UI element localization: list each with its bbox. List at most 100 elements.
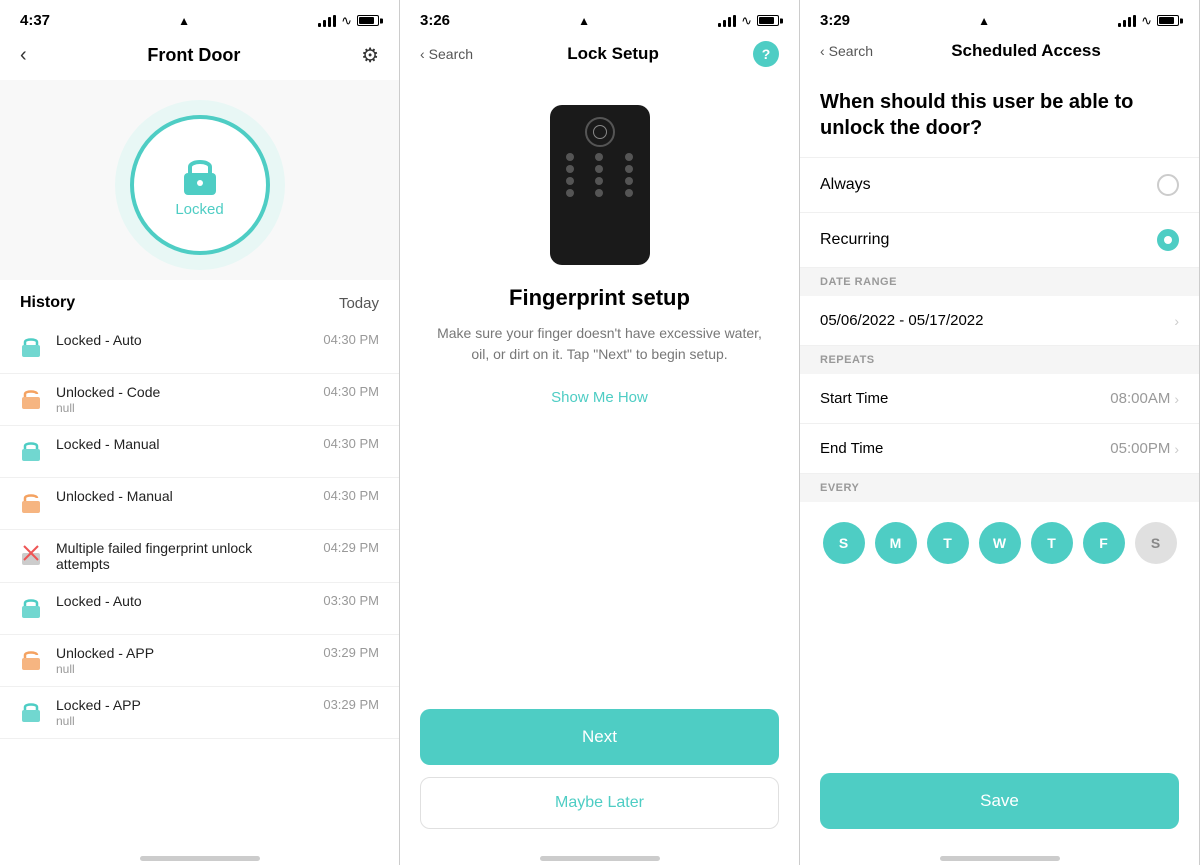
history-item-icon (20, 542, 42, 571)
save-button[interactable]: Save (820, 773, 1179, 829)
end-time-label: End Time (820, 440, 883, 457)
history-list-item: Locked - Auto 03:30 PM (0, 583, 399, 635)
history-list: Locked - Auto 04:30 PM Unlocked - Code n… (0, 322, 399, 845)
history-item-sub: null (56, 662, 309, 676)
history-item-title: Multiple failed fingerprint unlock attem… (56, 540, 309, 572)
history-item-time: 04:30 PM (323, 332, 379, 347)
location-icon-2: ▲ (578, 14, 590, 28)
next-button[interactable]: Next (420, 709, 779, 765)
help-button-2[interactable]: ? (753, 41, 779, 67)
history-item-icon (20, 386, 42, 415)
history-list-item: Unlocked - APP null 03:29 PM (0, 635, 399, 687)
end-time-row[interactable]: End Time 05:00PM › (800, 424, 1199, 474)
save-btn-area: Save (800, 757, 1199, 845)
today-label: Today (339, 295, 379, 312)
option-always-label: Always (820, 176, 871, 194)
history-item-time: 03:29 PM (323, 645, 379, 660)
wifi-icon-1: ∿ (341, 13, 352, 29)
back-label-3: Search (829, 43, 873, 59)
days-of-week: SMTWTFS (800, 502, 1199, 584)
lock-outer-ring: Locked (115, 100, 285, 270)
end-time-chevron: › (1174, 441, 1179, 457)
battery-icon-3 (1157, 15, 1179, 26)
back-button-1[interactable]: ‹ (20, 44, 27, 67)
gear-icon-1[interactable]: ⚙ (361, 43, 379, 68)
maybe-later-button[interactable]: Maybe Later (420, 777, 779, 829)
radio-recurring (1157, 229, 1179, 251)
back-search-button-2[interactable]: ‹ Search (420, 46, 473, 62)
signal-icon-1 (318, 15, 336, 27)
history-item-title: Locked - Auto (56, 332, 309, 348)
history-item-title: Locked - Auto (56, 593, 309, 609)
start-time-row[interactable]: Start Time 08:00AM › (800, 374, 1199, 424)
keypad-grid (558, 153, 642, 197)
history-item-title: Unlocked - Manual (56, 488, 309, 504)
home-indicator-1 (0, 845, 399, 865)
history-item-content: Locked - APP null (56, 697, 309, 728)
show-me-how-link[interactable]: Show Me How (400, 375, 799, 420)
lock-circle-area[interactable]: Locked (0, 80, 399, 280)
history-item-content: Unlocked - APP null (56, 645, 309, 676)
lock-inner-ring: Locked (130, 115, 270, 255)
status-icons-3: ∿ (1118, 13, 1179, 29)
location-icon-1: ▲ (178, 14, 190, 28)
screen1-front-door: 4:37 ▲ ∿ ‹ Front Door ⚙ (0, 0, 400, 865)
location-icon-3: ▲ (978, 14, 990, 28)
day-circle[interactable]: T (927, 522, 969, 564)
history-list-item: Locked - APP null 03:29 PM (0, 687, 399, 739)
back-search-button-3[interactable]: ‹ Search (820, 43, 873, 59)
status-bar-1: 4:37 ▲ ∿ (0, 0, 399, 35)
question-text: When should this user be able to unlock … (820, 89, 1179, 141)
setup-text-area: Fingerprint setup Make sure your finger … (400, 285, 799, 375)
wifi-icon-3: ∿ (1141, 13, 1152, 29)
history-item-time: 03:30 PM (323, 593, 379, 608)
history-item-sub: null (56, 714, 309, 728)
chevron-left-icon-2: ‹ (420, 46, 425, 62)
day-circle[interactable]: T (1031, 522, 1073, 564)
day-circle[interactable]: S (823, 522, 865, 564)
signal-icon-3 (1118, 15, 1136, 27)
history-list-item: Unlocked - Code null 04:30 PM (0, 374, 399, 426)
history-item-icon (20, 647, 42, 676)
end-time-value: 05:00PM › (1110, 440, 1179, 457)
start-time-value: 08:00AM › (1110, 390, 1179, 407)
day-circle[interactable]: M (875, 522, 917, 564)
access-options: Always Recurring (800, 157, 1199, 268)
option-always[interactable]: Always (800, 158, 1199, 213)
page-title-1: Front Door (147, 45, 240, 66)
history-item-sub: null (56, 401, 309, 415)
keypad-device (550, 105, 650, 265)
nav-bar-2: ‹ Search Lock Setup ? (400, 35, 799, 75)
history-item-time: 04:30 PM (323, 436, 379, 451)
history-list-item: Locked - Auto 04:30 PM (0, 322, 399, 374)
home-indicator-2 (400, 845, 799, 865)
status-bar-2: 3:26 ▲ ∿ (400, 0, 799, 35)
nav-bar-3: ‹ Search Scheduled Access (800, 35, 1199, 69)
time-2: 3:26 (420, 12, 450, 29)
history-item-title: Unlocked - APP (56, 645, 309, 661)
status-icons-1: ∿ (318, 13, 379, 29)
setup-description: Make sure your finger doesn't have exces… (430, 323, 769, 365)
day-circle[interactable]: W (979, 522, 1021, 564)
history-list-item: Multiple failed fingerprint unlock attem… (0, 530, 399, 583)
history-item-content: Locked - Manual (56, 436, 309, 452)
action-buttons-2: Next Maybe Later (400, 699, 799, 845)
day-circle[interactable]: S (1135, 522, 1177, 564)
history-item-time: 03:29 PM (323, 697, 379, 712)
time-1: 4:37 (20, 12, 50, 29)
battery-icon-2 (757, 15, 779, 26)
screen3-scheduled-access: 3:29 ▲ ∿ ‹ Search Scheduled Access When … (800, 0, 1200, 865)
history-item-time: 04:29 PM (323, 540, 379, 555)
signal-icon-2 (718, 15, 736, 27)
history-item-title: Unlocked - Code (56, 384, 309, 400)
date-range-value: 05/06/2022 - 05/17/2022 (820, 312, 983, 329)
option-recurring[interactable]: Recurring (800, 213, 1199, 268)
date-range-chevron: › (1174, 313, 1179, 329)
battery-icon-1 (357, 15, 379, 26)
date-range-row[interactable]: 05/06/2022 - 05/17/2022 › (800, 296, 1199, 346)
start-time-chevron: › (1174, 391, 1179, 407)
history-item-title: Locked - Manual (56, 436, 309, 452)
device-image-area (400, 75, 799, 285)
day-circle[interactable]: F (1083, 522, 1125, 564)
fingerprint-sensor (585, 117, 615, 147)
